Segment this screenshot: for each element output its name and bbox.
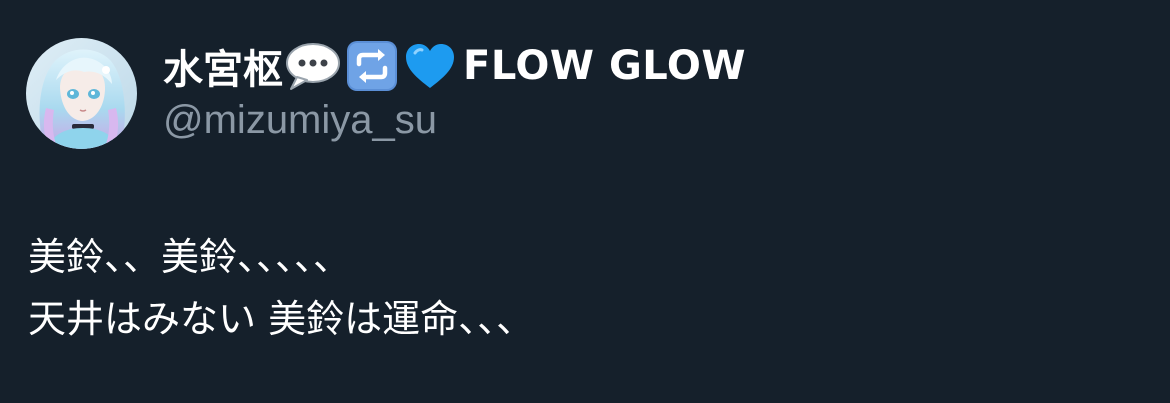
blue-heart-icon: [406, 44, 454, 88]
repeat-icon: [347, 41, 397, 91]
display-name[interactable]: 水宮枢: [163, 37, 283, 95]
tweet-text-line: 美鈴、、美鈴、、、、、: [28, 235, 352, 279]
name-emoji-group: [285, 39, 461, 93]
tweet-card: 水宮枢 FLOW GLOW @mizumiya_su 美鈴、、美鈴、、、、、 天…: [0, 0, 1170, 403]
speech-bubble-icon: [286, 43, 340, 90]
display-name-suffix: FLOW GLOW: [463, 43, 746, 89]
display-name-row[interactable]: 水宮枢 FLOW GLOW: [163, 37, 746, 95]
tweet-text-line: 天井はみない 美鈴は運命、、、: [28, 297, 535, 341]
user-handle[interactable]: @mizumiya_su: [163, 98, 437, 143]
avatar-image: [26, 38, 137, 149]
tweet-text: 美鈴、、美鈴、、、、、 天井はみない 美鈴は運命、、、: [28, 226, 534, 350]
avatar[interactable]: [26, 38, 137, 149]
